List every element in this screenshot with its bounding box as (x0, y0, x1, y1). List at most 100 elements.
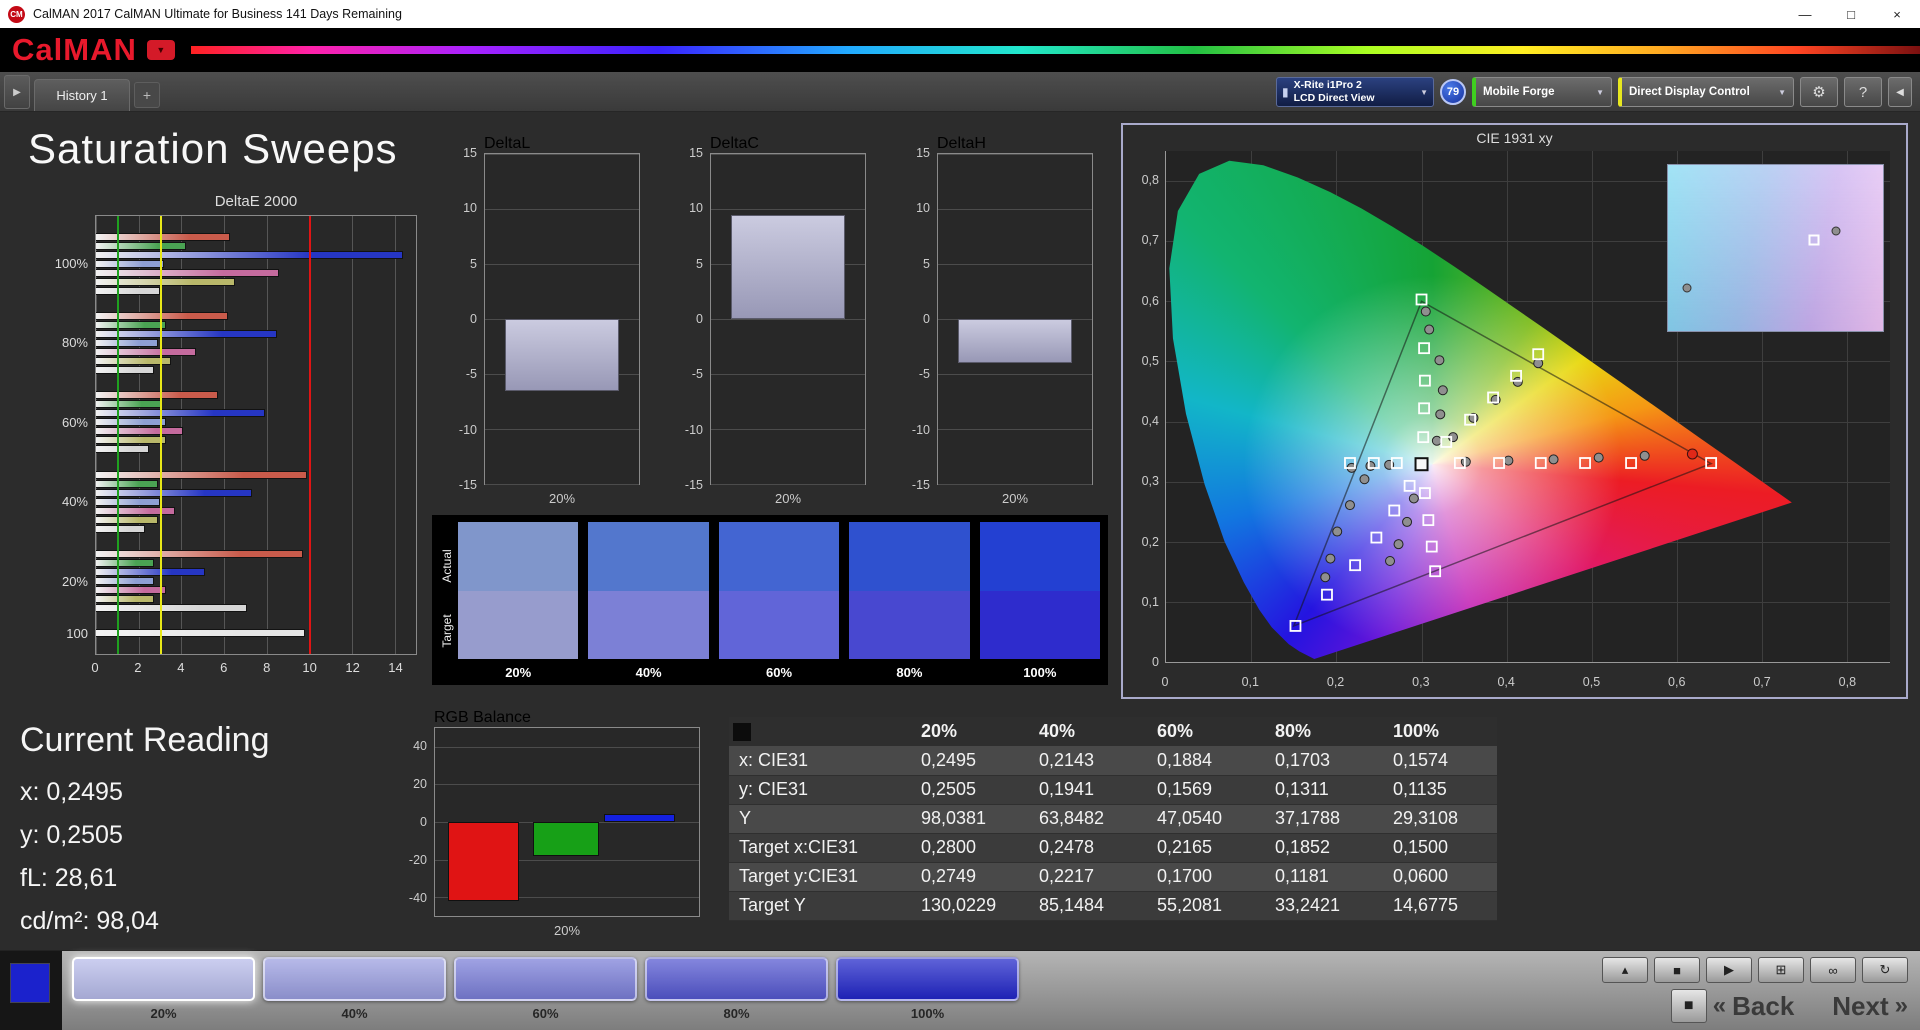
table-cell: 0,1852 (1261, 833, 1379, 863)
deltae-axis-label: 6 (220, 660, 228, 675)
table-cell: 0,1941 (1025, 775, 1143, 805)
cie-axis-label: 0,1 (1241, 675, 1259, 689)
stop-button[interactable]: ■ (1654, 957, 1700, 983)
help-button[interactable]: ? (1844, 77, 1882, 107)
deltae-group-label: 20% (61, 573, 88, 589)
display-control-button[interactable]: Direct Display Control ▼ (1618, 77, 1794, 107)
swatch-column: 40% (588, 522, 709, 685)
delta-chart-deltah: DeltaH 15 10 5 0 -5 -10 -15 20% (901, 135, 1093, 506)
pattern-window-button[interactable]: ⊞ (1758, 957, 1804, 983)
patch-button-100%[interactable] (836, 957, 1019, 1001)
next-chevron-icon: » (1894, 992, 1908, 1019)
table-column-header: 40% (1025, 717, 1143, 746)
cie-measurement-point (1437, 385, 1448, 396)
meter-selector-button[interactable]: ▮ X-Rite i1Pro 2 LCD Direct View ▼ (1276, 77, 1434, 107)
close-button[interactable]: × (1874, 0, 1920, 28)
cie-zoom-inset (1667, 163, 1885, 333)
rgb-y-axis: 40 20 0 -20 -40 (392, 727, 434, 917)
cie-target-point (1419, 487, 1431, 499)
cie-target-point (1579, 457, 1591, 469)
cie-measurement-point (1548, 454, 1559, 465)
cie-1931-panel: CIE 1931 xy 0 0 0,1 0,1 0,2 0,2 0,3 0,3 0,4 0,4 0,… (1121, 123, 1908, 699)
bottom-bar: 20% 40% 60% 80% 100% ▴ ■ ▶ ⊞ ∞ ↻ ■ « Back Ne… (0, 950, 1920, 1030)
next-button[interactable]: Next (1832, 991, 1888, 1022)
table-cell: 33,2421 (1261, 891, 1379, 921)
meter-name: X-Rite i1Pro 2 (1293, 78, 1362, 91)
patch-button-60%[interactable] (454, 957, 637, 1001)
delta-chart-plot (710, 153, 866, 485)
saturation-patch-list: 20% 40% 60% 80% 100% (72, 957, 1019, 1021)
target-swatch (588, 590, 709, 659)
table-cell: 0,0600 (1379, 862, 1497, 892)
eject-button[interactable]: ▴ (1602, 957, 1648, 983)
actual-swatch (718, 522, 840, 591)
table-cell: 0,2478 (1025, 833, 1143, 863)
cie-axis-label: 0,8 (1838, 675, 1857, 689)
table-cell: 0,1703 (1261, 746, 1379, 776)
panel-toggle-button[interactable]: ▶ (4, 75, 30, 109)
delta-chart-deltac: DeltaC 15 10 5 0 -5 -10 -15 20% (674, 135, 866, 506)
patch-button-20%[interactable] (72, 957, 255, 1001)
table-cell: 0,1700 (1143, 862, 1261, 892)
cie-target-point (1625, 457, 1637, 469)
cie-axis-label: 0,6 (1141, 293, 1159, 308)
rgb-axis-tick: -20 (408, 853, 427, 867)
play-button[interactable]: ▶ (1706, 957, 1752, 983)
delta-axis-tick: 15 (689, 146, 703, 160)
maximize-button[interactable]: □ (1828, 0, 1874, 28)
source-name: Mobile Forge (1483, 86, 1555, 98)
delta-gridline (711, 484, 865, 485)
delta-gridline (485, 209, 639, 210)
patch-button-40%[interactable] (263, 957, 446, 1001)
back-button[interactable]: Back (1732, 991, 1794, 1022)
patch-80%: 80% (645, 957, 828, 1021)
patch-button-80%[interactable] (645, 957, 828, 1001)
rgb-bar-red (448, 822, 520, 901)
settings-button[interactable]: ⚙ (1800, 77, 1838, 107)
swatch-column: 20% (458, 522, 579, 685)
meter-count-badge: 79 (1440, 79, 1466, 105)
swatch-row-labels: Actual Target (436, 522, 458, 685)
rainbow-strip (190, 46, 1920, 54)
playback-controls: ▴ ■ ▶ ⊞ ∞ ↻ ■ « Back Next » (1602, 957, 1908, 1023)
loop-button[interactable]: ↻ (1862, 957, 1908, 983)
source-selector-button[interactable]: Mobile Forge ▼ (1472, 77, 1612, 107)
table-cell: 0,2505 (907, 775, 1025, 805)
table-row: Target x:CIE31 0,2800 0,2478 0,2165 0,1852 0,… (729, 833, 1497, 863)
delta-chart-xlabel: 20% (548, 491, 576, 506)
main-content: Saturation Sweeps DeltaE 2000 100% 80% 60%… (0, 113, 1920, 950)
delta-axis-tick: 15 (463, 146, 477, 160)
delta-gridline (485, 154, 639, 155)
minimize-button[interactable]: — (1782, 0, 1828, 28)
cie-axis-label: 0,4 (1141, 414, 1159, 429)
logo-menu-button[interactable]: ▼ (146, 40, 175, 60)
table-cell: 0,1181 (1261, 862, 1379, 892)
cie-measurement-point (1639, 450, 1650, 461)
deltae-group-label: 80% (61, 335, 88, 351)
tab-history-1[interactable]: History 1 (34, 79, 130, 111)
add-tab-button[interactable]: + (134, 82, 160, 108)
collapse-panel-button[interactable]: ◀ (1888, 77, 1912, 107)
rgb-bar-blue (603, 814, 676, 822)
cie-axis-label: 0,2 (1326, 675, 1345, 689)
cie-measurement-point (1408, 493, 1419, 504)
rgb-balance-plot (434, 727, 700, 917)
stop-pattern-button[interactable]: ■ (1670, 989, 1707, 1023)
continuous-measure-button[interactable]: ∞ (1810, 957, 1856, 983)
cie-measurement-point (1320, 572, 1331, 583)
table-row: Target Y 130,0229 85,1484 55,2081 33,2421 14,… (729, 891, 1497, 921)
table-corner-icon (733, 723, 751, 742)
table-row-label: y: CIE31 (729, 775, 907, 805)
delta-gridline (711, 319, 865, 320)
patch-100%: 100% (836, 957, 1019, 1021)
deltae-reference-line (309, 216, 312, 654)
delta-gridline (938, 374, 1092, 375)
deltae-group-label: 100% (54, 255, 88, 271)
table-cell: 0,2165 (1143, 833, 1261, 863)
table-cell: 47,0540 (1143, 804, 1261, 834)
meter-labels: X-Rite i1Pro 2 LCD Direct View (1294, 79, 1375, 105)
cie-measurement-point (1402, 516, 1413, 527)
deltae-axis-label: 14 (388, 660, 403, 675)
inset-measurement-point (1682, 283, 1692, 293)
table-cell: 0,2800 (907, 833, 1025, 863)
